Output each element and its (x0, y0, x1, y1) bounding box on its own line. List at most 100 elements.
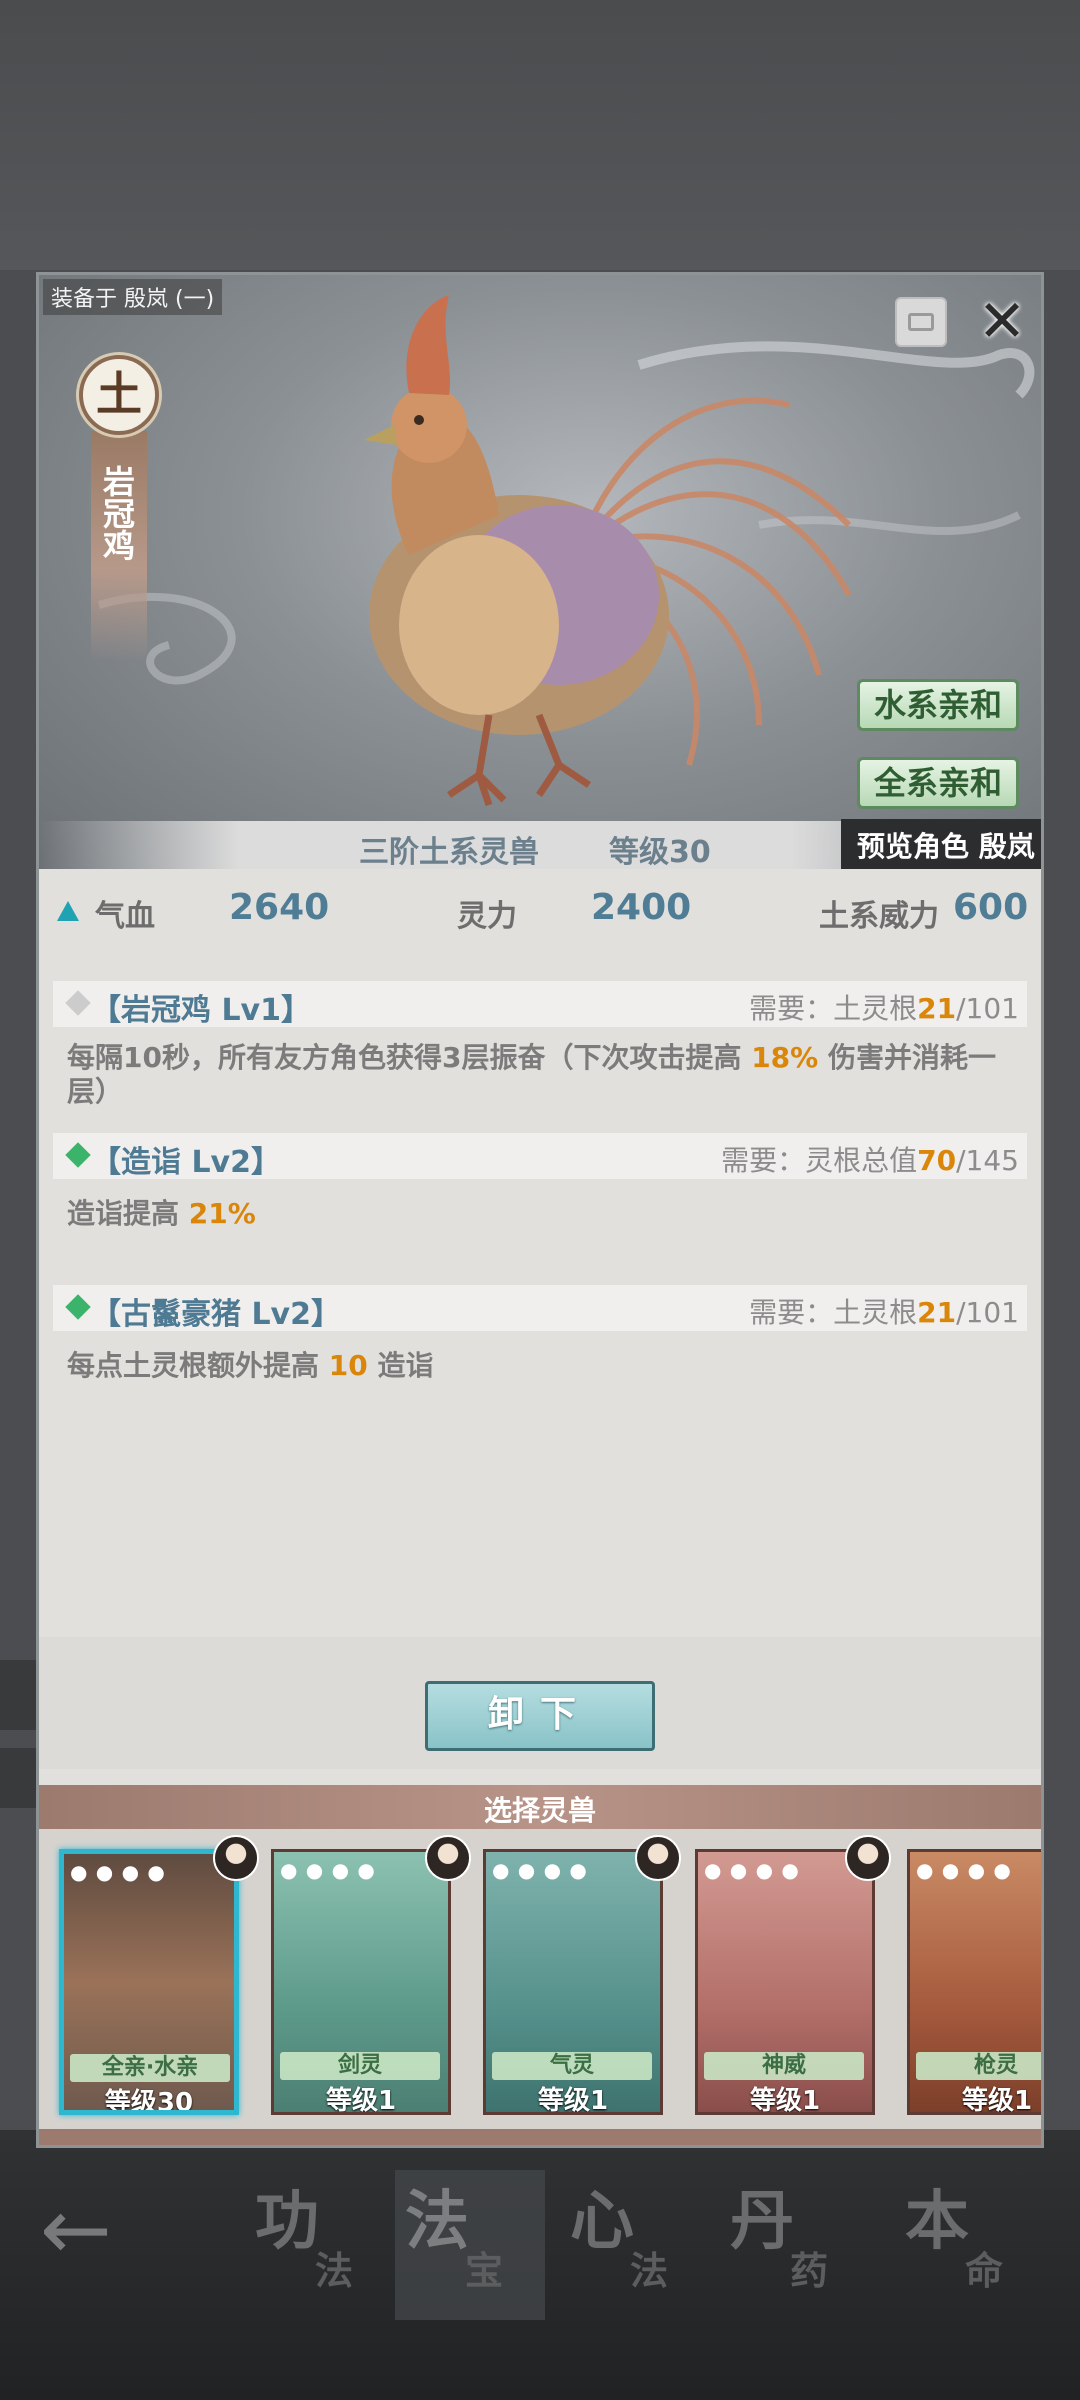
panel-bottom-strip (39, 2129, 1041, 2145)
rarity-paw-icons: ● ● ● ● (70, 1860, 166, 1884)
skill-desc-highlight: 10 (328, 1349, 368, 1382)
beast-card-label: 枪灵 (916, 2052, 1041, 2080)
beast-card-level: 等级1 (325, 2086, 397, 2115)
stats-row: 气血 2640 灵力 2400 土系威力 600 (39, 875, 1041, 945)
skill-desc-text: 造诣提高 (67, 1197, 189, 1230)
nav-tab-gongfa[interactable]: 功 法 (245, 2170, 395, 2320)
stat-value-hp: 2640 (229, 887, 330, 928)
stat-label-earth-power: 土系威力 (819, 899, 939, 934)
skill-requirement-current: 21 (917, 1296, 957, 1329)
nav-tab-subchar: 法 (315, 2248, 354, 2293)
rarity-paw-icons: ● ● ● ● (280, 1858, 376, 1882)
all-affinity-badge: 全系亲和 (857, 757, 1019, 809)
skill-desc-text: 每点土灵根额外提高 (67, 1349, 329, 1382)
nav-tab-subchar: 命 (965, 2248, 1004, 2293)
beast-card-rooster[interactable]: ● ● ● ● 全亲·水亲 等级30 (59, 1849, 239, 2115)
select-beast-title: 选择灵兽 (483, 1794, 596, 1827)
skill-desc-text: 层） (67, 1075, 124, 1108)
skill-diamond-icon (65, 1294, 91, 1320)
spirit-beast-panel: 装备于 殷岚 (一) ✕ 土 岩冠鸡 水系亲和 全系亲和 三阶土系灵兽 等级30… (36, 272, 1044, 2148)
beast-card-level: 等级1 (749, 2086, 821, 2115)
lock-icon[interactable] (895, 297, 947, 347)
skill-name: 【古鬣豪猪 Lv2】 (91, 1297, 341, 1332)
beast-card-level: 等级30 (104, 2088, 194, 2115)
back-arrow-icon[interactable]: ← (40, 2185, 140, 2275)
beast-card-spear-spirit[interactable]: ● ● ● ● 枪灵 等级1 (907, 1849, 1041, 2115)
skill-header-3: 【古鬣豪猪 Lv2】 需要：土灵根21/101 (53, 1285, 1027, 1332)
skill-requirement-total: /101 (956, 1296, 1019, 1329)
skill-requirement-total: /145 (956, 1144, 1019, 1177)
owner-avatar (635, 1835, 681, 1881)
nav-tab-danyao[interactable]: 丹 药 (720, 2170, 870, 2320)
rock-crown-rooster-illustration (364, 295, 852, 807)
beast-portrait-area: 装备于 殷岚 (一) ✕ 土 岩冠鸡 水系亲和 全系亲和 三阶土系灵兽 等级30… (39, 275, 1041, 869)
equipped-on-label: 装备于 殷岚 (一) (43, 279, 223, 315)
beast-card-divine-might[interactable]: ● ● ● ● 神威 等级1 (695, 1849, 875, 2115)
skill-requirement-current: 21 (917, 992, 957, 1025)
rarity-paw-icons: ● ● ● ● (492, 1858, 588, 1882)
nav-tab-char: 本 (905, 2184, 969, 2259)
beast-card-label: 剑灵 (280, 2052, 440, 2080)
nav-tab-char: 法 (405, 2184, 469, 2259)
skill-description-2: 造诣提高 21% (67, 1197, 1017, 1231)
beast-card-level: 等级1 (537, 2086, 609, 2115)
background-side-tab (0, 1748, 38, 1808)
skill-diamond-icon (65, 990, 91, 1016)
stat-label-hp: 气血 (95, 899, 155, 934)
skill-description-1: 每隔10秒，所有友方角色获得3层振奋（下次攻击提高 18% 伤害并消耗一 层） (67, 1041, 1017, 1109)
nav-tab-char: 功 (255, 2184, 319, 2259)
water-affinity-badge: 水系亲和 (857, 679, 1019, 731)
stat-up-icon (57, 901, 79, 921)
stat-label-mana: 灵力 (457, 899, 517, 934)
beast-card-label: 全亲·水亲 (70, 2054, 230, 2082)
nav-tab-fabao[interactable]: 法 宝 (395, 2170, 545, 2320)
stat-value-mana: 2400 (591, 887, 692, 928)
skill-name: 【岩冠鸡 Lv1】 (91, 993, 311, 1028)
skill-requirement: 需要：土灵根21/101 (749, 1291, 1019, 1331)
beast-card-label: 神威 (704, 2052, 864, 2080)
skill-description-3: 每点土灵根额外提高 10 造诣 (67, 1349, 1017, 1383)
skill-desc-highlight: 18% (751, 1041, 819, 1074)
owner-avatar (213, 1835, 259, 1881)
skill-desc-highlight: 21% (188, 1197, 256, 1230)
skill-requirement-label: 需要：土灵根 (749, 992, 918, 1025)
skill-requirement: 需要：土灵根21/101 (749, 987, 1019, 1027)
nav-tab-subchar: 宝 (465, 2248, 504, 2293)
beast-card-label: 气灵 (492, 2052, 652, 2080)
skill-diamond-icon (65, 1142, 91, 1168)
nav-tab-benming[interactable]: 本 命 (895, 2170, 1045, 2320)
skill-header-1: 【岩冠鸡 Lv1】 需要：土灵根21/101 (53, 981, 1027, 1028)
close-x-icon[interactable]: ✕ (977, 291, 1027, 351)
preview-character-label: 预览角色 殷岚 (857, 830, 1035, 863)
rarity-paw-icons: ● ● ● ● (916, 1858, 1012, 1882)
skill-requirement-label: 需要：土灵根 (749, 1296, 918, 1329)
owner-avatar (845, 1835, 891, 1881)
unequip-button[interactable]: 卸下 (425, 1681, 655, 1751)
skill-requirement-current: 70 (917, 1144, 957, 1177)
stat-value-earth-power: 600 (953, 887, 1029, 928)
beast-level: 等级30 (609, 835, 711, 869)
skill-requirement-label: 需要：灵根总值 (721, 1144, 918, 1177)
nav-tab-subchar: 法 (630, 2248, 669, 2293)
background-scene-top (0, 0, 1080, 270)
skill-requirement: 需要：灵根总值70/145 (721, 1139, 1019, 1179)
beast-tier: 三阶土系灵兽 (359, 835, 539, 869)
nav-tab-subchar: 药 (790, 2248, 829, 2293)
rarity-paw-icons: ● ● ● ● (704, 1858, 800, 1882)
beast-card-qi-spirit[interactable]: ● ● ● ● 气灵 等级1 (483, 1849, 663, 2115)
skill-desc-text: 造诣 (367, 1349, 434, 1382)
beast-card-level: 等级1 (961, 2086, 1033, 2115)
beast-name: 岩冠鸡 (98, 465, 136, 561)
beast-card-sword-spirit[interactable]: ● ● ● ● 剑灵 等级1 (271, 1849, 451, 2115)
skill-desc-text: 每隔10秒，所有友方角色获得3层振奋（下次攻击提高 (67, 1041, 752, 1074)
beast-card-list[interactable]: ● ● ● ● 全亲·水亲 等级30 ● ● ● ● 剑灵 等级1 ● ● ● … (39, 1829, 1041, 2129)
skill-header-2: 【造诣 Lv2】 需要：灵根总值70/145 (53, 1133, 1027, 1180)
skill-name: 【造诣 Lv2】 (91, 1145, 281, 1180)
nav-tab-char: 丹 (730, 2184, 794, 2259)
skill-desc-text: 伤害并消耗一 (818, 1041, 996, 1074)
skill-requirement-total: /101 (956, 992, 1019, 1025)
nav-tab-xinfa[interactable]: 心 法 (560, 2170, 710, 2320)
nav-tab-char: 心 (570, 2184, 634, 2259)
owner-avatar (425, 1835, 471, 1881)
element-badge: 土 (79, 355, 159, 435)
